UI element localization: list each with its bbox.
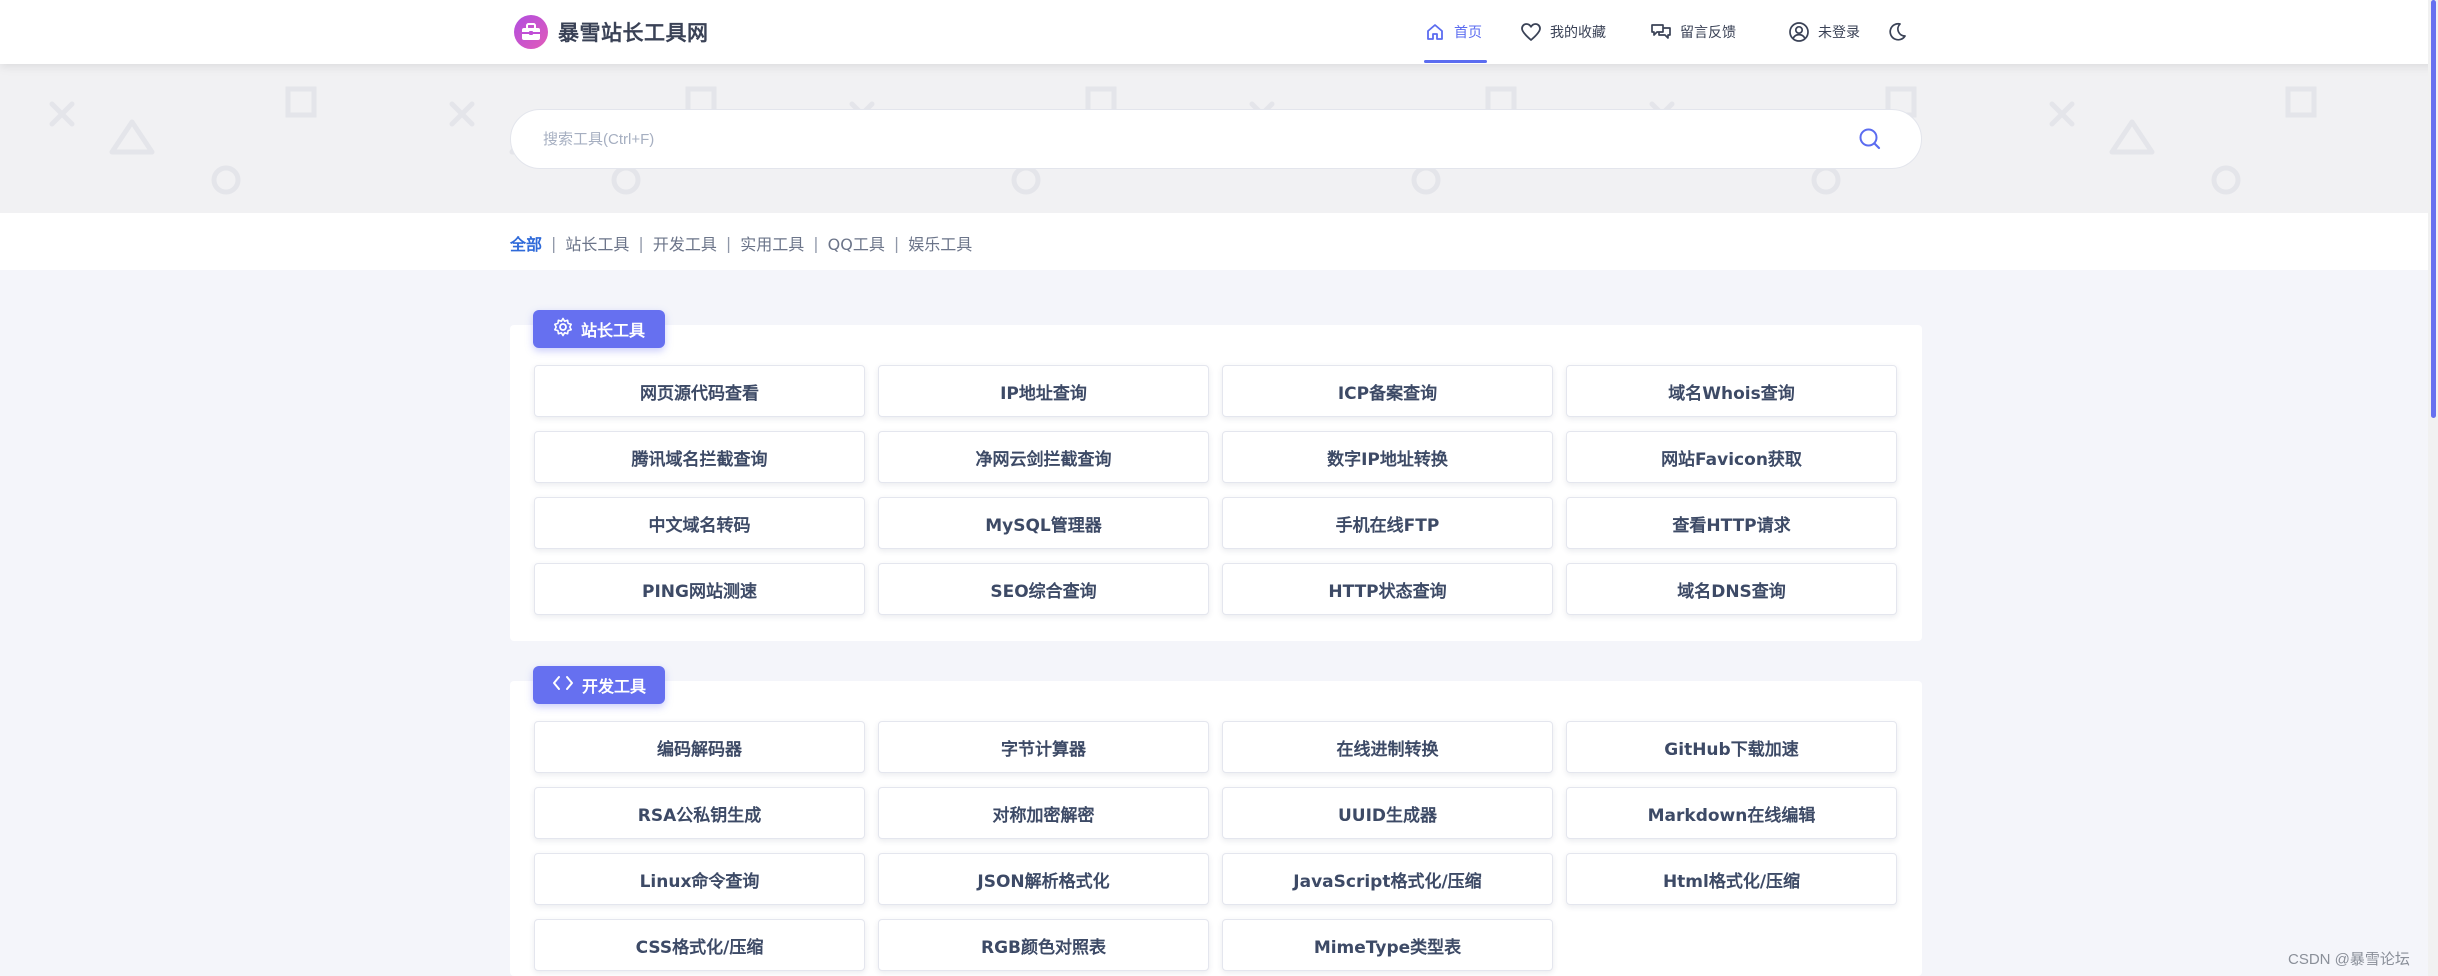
section-webmaster-tools: 站长工具 网页源代码查看 IP地址查询 ICP备案查询 域名Whois查询 腾讯… (510, 325, 1922, 641)
tool-button[interactable]: 字节计算器 (878, 721, 1209, 773)
category-bar: 全部 | 站长工具 | 开发工具 | 实用工具 | QQ工具 | 娱乐工具 (0, 213, 2438, 270)
tool-button[interactable]: 域名DNS查询 (1566, 563, 1897, 615)
search-box[interactable] (510, 109, 1922, 169)
tool-button[interactable]: 净网云剑拦截查询 (878, 431, 1209, 483)
category-webmaster[interactable]: 站长工具 (565, 231, 629, 255)
code-icon (552, 674, 574, 696)
nav-home-label: 首页 (1454, 22, 1482, 42)
category-dev[interactable]: 开发工具 (653, 231, 717, 255)
tool-button[interactable]: 手机在线FTP (1222, 497, 1553, 549)
tool-button[interactable]: 网页源代码查看 (534, 365, 865, 417)
nav-login[interactable]: 未登录 (1788, 0, 1860, 64)
tool-button[interactable]: 腾讯域名拦截查询 (534, 431, 865, 483)
tool-button[interactable]: Html格式化/压缩 (1566, 853, 1897, 905)
tool-button[interactable]: CSS格式化/压缩 (534, 919, 865, 971)
section-title-dev: 开发工具 (533, 666, 665, 704)
tool-button[interactable]: 查看HTTP请求 (1566, 497, 1897, 549)
tool-button[interactable]: Linux命令查询 (534, 853, 865, 905)
category-separator: | (638, 234, 643, 253)
tool-button[interactable]: 中文域名转码 (534, 497, 865, 549)
nav-home[interactable]: 首页 (1424, 0, 1482, 64)
home-icon (1424, 21, 1446, 43)
tool-button[interactable]: RSA公私钥生成 (534, 787, 865, 839)
brand[interactable]: 暴雪站长工具网 (514, 14, 709, 50)
tool-button[interactable]: GitHub下载加速 (1566, 721, 1897, 773)
section-title-label: 开发工具 (582, 673, 646, 697)
category-qq[interactable]: QQ工具 (828, 231, 885, 255)
site-name: 暴雪站长工具网 (558, 17, 709, 47)
dark-mode-toggle-icon[interactable] (1886, 21, 1908, 43)
toolbox-icon (514, 15, 548, 49)
category-all[interactable]: 全部 (510, 231, 542, 255)
scrollbar-thumb[interactable] (2431, 0, 2436, 418)
tool-button[interactable]: SEO综合查询 (878, 563, 1209, 615)
nav-active-indicator (1424, 60, 1487, 63)
tool-button[interactable]: RGB颜色对照表 (878, 919, 1209, 971)
tool-button[interactable]: PING网站测速 (534, 563, 865, 615)
category-links: 全部 | 站长工具 | 开发工具 | 实用工具 | QQ工具 | 娱乐工具 (510, 231, 972, 255)
tool-grid-webmaster: 网页源代码查看 IP地址查询 ICP备案查询 域名Whois查询 腾讯域名拦截查… (534, 365, 1897, 615)
watermark: CSDN @暴雪论坛 (2288, 948, 2410, 969)
tool-button[interactable]: HTTP状态查询 (1222, 563, 1553, 615)
nav-login-label: 未登录 (1818, 22, 1860, 42)
tool-button[interactable]: 编码解码器 (534, 721, 865, 773)
tool-grid-dev: 编码解码器 字节计算器 在线进制转换 GitHub下载加速 RSA公私钥生成 对… (534, 721, 1897, 971)
nav-favorites[interactable]: 我的收藏 (1520, 0, 1606, 64)
top-header: 暴雪站长工具网 首页 我的收藏 留言反馈 未登录 (0, 0, 2438, 64)
tool-button[interactable]: JavaScript格式化/压缩 (1222, 853, 1553, 905)
category-separator: | (551, 234, 556, 253)
category-separator: | (726, 234, 731, 253)
user-icon (1788, 21, 1810, 43)
category-separator: | (894, 234, 899, 253)
tool-button[interactable]: 对称加密解密 (878, 787, 1209, 839)
tool-button[interactable]: JSON解析格式化 (878, 853, 1209, 905)
category-separator: | (813, 234, 818, 253)
search-icon[interactable] (1857, 126, 1883, 152)
tool-button[interactable]: MySQL管理器 (878, 497, 1209, 549)
gear-icon (553, 317, 573, 341)
tool-button[interactable]: 在线进制转换 (1222, 721, 1553, 773)
tool-button[interactable]: IP地址查询 (878, 365, 1209, 417)
section-dev-tools: 开发工具 编码解码器 字节计算器 在线进制转换 GitHub下载加速 RSA公私… (510, 681, 1922, 976)
tool-button[interactable]: 域名Whois查询 (1566, 365, 1897, 417)
section-title-label: 站长工具 (581, 317, 645, 341)
tool-button[interactable]: 网站Favicon获取 (1566, 431, 1897, 483)
tool-button[interactable]: Markdown在线编辑 (1566, 787, 1897, 839)
nav-feedback-label: 留言反馈 (1680, 22, 1736, 42)
tool-button[interactable]: UUID生成器 (1222, 787, 1553, 839)
category-fun[interactable]: 娱乐工具 (908, 231, 972, 255)
heart-icon (1520, 21, 1542, 43)
nav-favorites-label: 我的收藏 (1550, 22, 1606, 42)
nav-feedback[interactable]: 留言反馈 (1650, 0, 1736, 64)
tool-button[interactable]: 数字IP地址转换 (1222, 431, 1553, 483)
section-title-webmaster: 站长工具 (533, 310, 665, 348)
search-input[interactable] (543, 110, 1843, 168)
tool-button[interactable]: ICP备案查询 (1222, 365, 1553, 417)
search-banner (0, 64, 2438, 213)
category-practical[interactable]: 实用工具 (740, 231, 804, 255)
chat-icon (1650, 21, 1672, 43)
tool-button[interactable]: MimeType类型表 (1222, 919, 1553, 971)
